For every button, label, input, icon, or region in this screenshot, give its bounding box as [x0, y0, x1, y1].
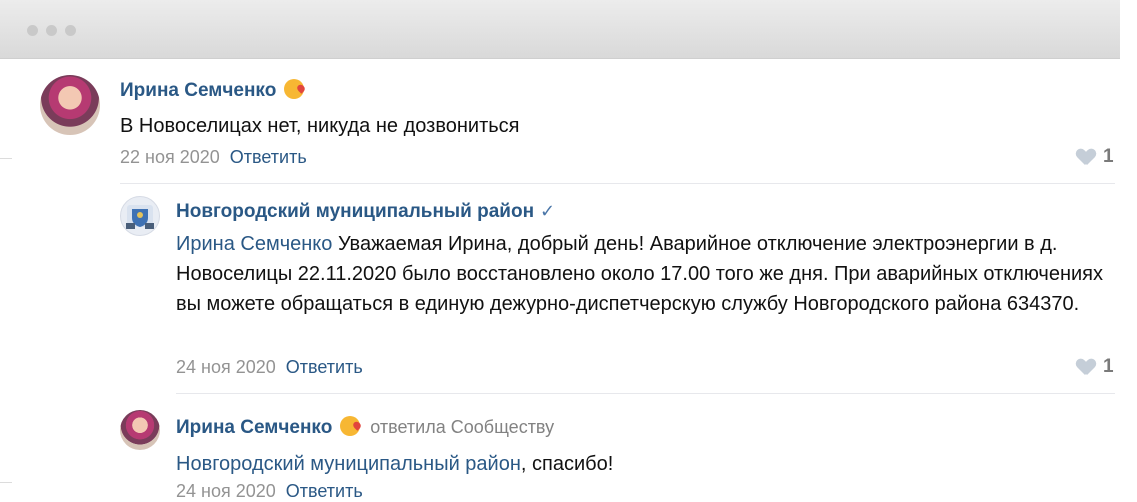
author-name[interactable]: Новгородский муниципальный район	[176, 201, 534, 222]
author-name[interactable]: Ирина Семченко	[176, 417, 332, 438]
like-count: 1	[1103, 146, 1114, 167]
verified-check-icon: ✓	[540, 201, 556, 221]
comment-divider	[120, 183, 1115, 184]
comment-author[interactable]: Ирина Семченко ответила Сообществу	[176, 416, 554, 439]
reply-meta: ответила Сообществу	[370, 417, 555, 437]
maximize-window-icon[interactable]	[65, 25, 76, 36]
reply-button[interactable]: Ответить	[286, 357, 363, 377]
heart-icon	[1077, 149, 1095, 163]
minimize-window-icon[interactable]	[46, 25, 57, 36]
avatar[interactable]	[120, 196, 160, 236]
comment-text: Ирина Семченко Уважаемая Ирина, добрый д…	[176, 229, 1121, 319]
mention-link[interactable]: Новгородский муниципальный район	[176, 453, 521, 475]
mention-link[interactable]: Ирина Семченко	[176, 233, 332, 255]
comment-date[interactable]: 24 ноя 2020	[176, 481, 276, 501]
close-window-icon[interactable]	[27, 25, 38, 36]
reply-button[interactable]: Ответить	[230, 147, 307, 167]
author-name[interactable]: Ирина Семченко	[120, 80, 276, 101]
page-divider-mark	[0, 482, 12, 483]
heart-icon	[1077, 359, 1095, 373]
coat-of-arms-icon	[126, 205, 154, 229]
comment-body: , спасибо!	[520, 453, 614, 475]
kiss-emoji-icon	[340, 416, 361, 436]
avatar[interactable]	[120, 410, 160, 450]
comment-date[interactable]: 24 ноя 2020	[176, 357, 276, 377]
comment-text: Новгородский муниципальный район, спасиб…	[176, 449, 1106, 479]
kiss-emoji-icon	[284, 79, 305, 99]
comment-divider	[176, 393, 1115, 394]
comment-text: В Новоселицах нет, никуда не дозвониться	[120, 115, 520, 137]
page-divider-mark	[0, 158, 12, 159]
avatar[interactable]	[40, 75, 100, 135]
reply-button[interactable]: Ответить	[286, 481, 363, 501]
comment-author[interactable]: Ирина Семченко	[120, 79, 305, 102]
like-button[interactable]: 1	[1077, 146, 1114, 168]
comment-date[interactable]: 22 ноя 2020	[120, 147, 220, 167]
comment-meta: 24 ноя 2020 Ответить	[176, 357, 363, 378]
like-button[interactable]: 1	[1077, 356, 1114, 378]
comment-author[interactable]: Новгородский муниципальный район ✓	[176, 201, 555, 223]
like-count: 1	[1103, 356, 1114, 377]
comment-meta: 22 ноя 2020 Ответить	[120, 147, 307, 168]
window-titlebar	[0, 0, 1120, 59]
